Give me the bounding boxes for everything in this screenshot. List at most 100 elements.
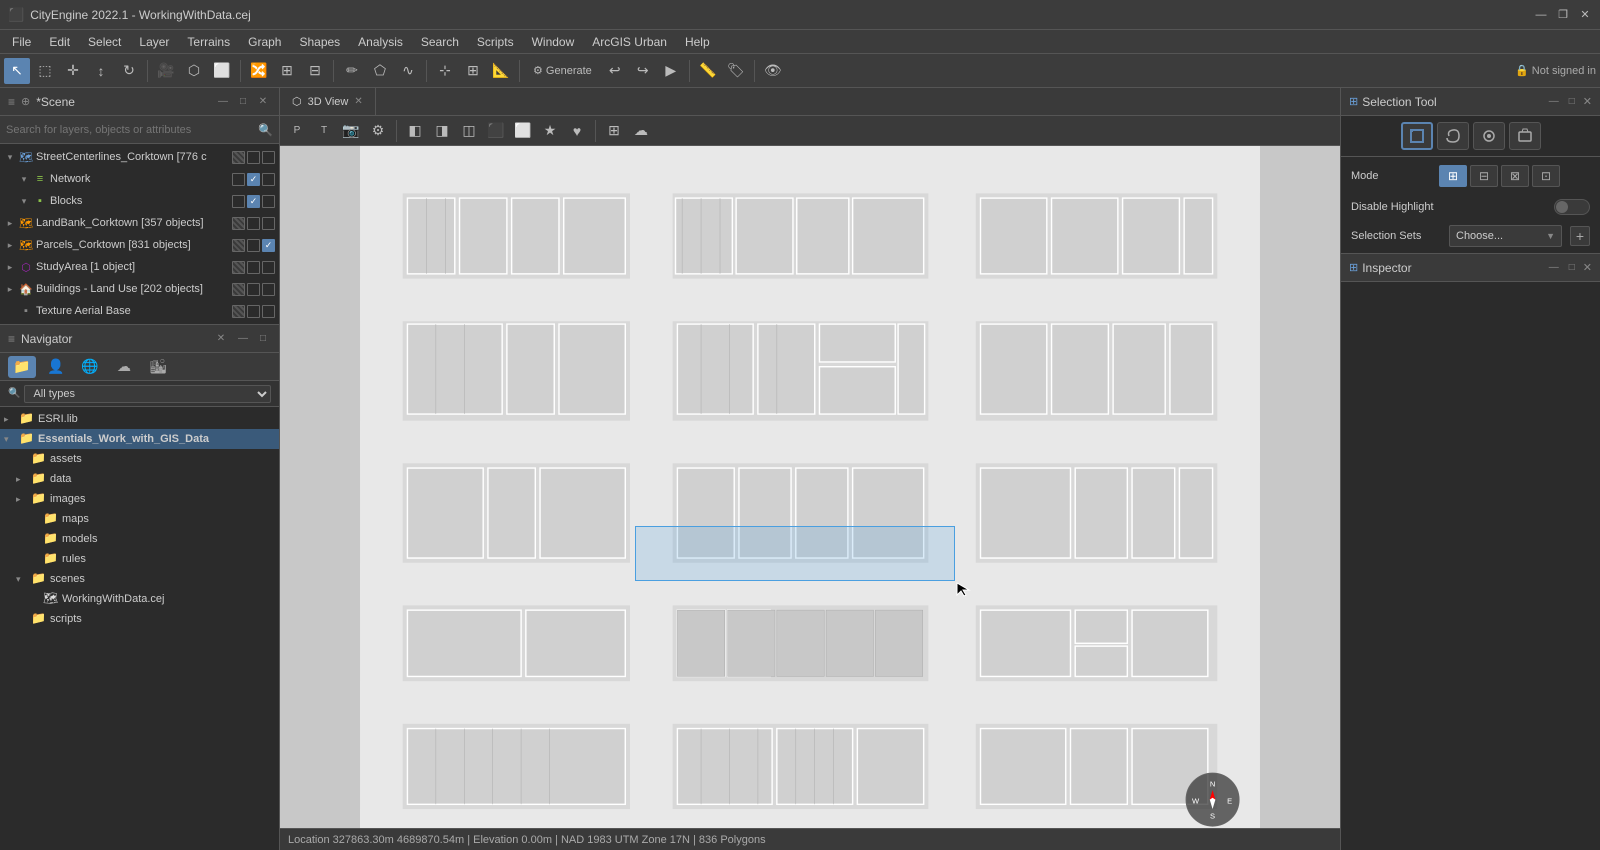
nav-type-filter[interactable]: All types xyxy=(24,385,271,403)
viewport[interactable]: N S E W xyxy=(280,146,1340,828)
undo-gen-btn[interactable]: ↩ xyxy=(602,58,628,84)
play-btn[interactable]: ▶ xyxy=(658,58,684,84)
minimize-btn[interactable]: — xyxy=(1534,8,1548,22)
navigator-close-btn[interactable]: ✕ xyxy=(213,331,229,347)
layer-expand-icon[interactable]: ▸ xyxy=(4,240,16,251)
move-btn[interactable]: ↕ xyxy=(88,58,114,84)
layer-checkbox[interactable]: ✓ xyxy=(262,239,275,252)
view-settings-btn[interactable]: ⚙ xyxy=(365,118,391,144)
layer-checkbox[interactable] xyxy=(247,261,260,274)
nav-tree-item[interactable]: 📁rules xyxy=(0,549,279,569)
layer-expand-icon[interactable]: ▸ xyxy=(4,218,16,229)
nav-folder-btn[interactable]: 📁 xyxy=(8,356,36,378)
layer-checkbox[interactable]: ✓ xyxy=(247,173,260,186)
layer-checkbox[interactable] xyxy=(247,239,260,252)
menu-item-shapes[interactable]: Shapes xyxy=(291,33,348,51)
view-render1-btn[interactable]: ◧ xyxy=(402,118,428,144)
redo-gen-btn[interactable]: ↪ xyxy=(630,58,656,84)
selection-sets-dropdown[interactable]: Choose... ▼ xyxy=(1449,225,1562,247)
maximize-btn[interactable]: ❐ xyxy=(1556,8,1570,22)
menu-item-edit[interactable]: Edit xyxy=(41,33,78,51)
sel-mode-camera-btn[interactable] xyxy=(1509,122,1541,150)
sel-mode-paint-btn[interactable] xyxy=(1473,122,1505,150)
view-perspective-btn[interactable]: P xyxy=(284,118,310,144)
nav-city-btn[interactable]: 🏙 xyxy=(144,356,172,378)
layer-checkbox[interactable] xyxy=(262,151,275,164)
view-render3-btn[interactable]: ◫ xyxy=(456,118,482,144)
layer-vis-btn[interactable]: 👁 xyxy=(760,58,786,84)
view-top-btn[interactable]: T xyxy=(311,118,337,144)
layer-checkbox[interactable] xyxy=(232,217,245,230)
layer-checkbox[interactable] xyxy=(232,151,245,164)
mode-btn-touch[interactable]: ⊟ xyxy=(1470,165,1498,187)
layer-checkbox[interactable] xyxy=(247,151,260,164)
layer-expand-icon[interactable]: ▸ xyxy=(4,284,16,295)
sets-add-btn[interactable]: + xyxy=(1570,226,1590,246)
view-tab-close[interactable]: ✕ xyxy=(354,96,362,107)
layer-item[interactable]: ▾🗺StreetCenterlines_Corktown [776 c xyxy=(0,146,279,168)
layer-expand-icon[interactable]: ▸ xyxy=(4,262,16,273)
layer-expand-icon[interactable]: ▾ xyxy=(18,196,30,207)
nav-network-btn[interactable]: 🌐 xyxy=(76,356,104,378)
layer-checkbox[interactable] xyxy=(232,283,245,296)
shape-btn[interactable]: ⬠ xyxy=(367,58,393,84)
draw-btn[interactable]: ✏ xyxy=(339,58,365,84)
layer-checkbox[interactable] xyxy=(232,261,245,274)
nav-tree-item[interactable]: 📁scripts xyxy=(0,609,279,629)
layer-checkbox[interactable] xyxy=(232,239,245,252)
layer-checkbox[interactable]: ✓ xyxy=(247,195,260,208)
layer-checkbox[interactable] xyxy=(247,217,260,230)
scene-minimize-btn[interactable]: — xyxy=(215,94,231,110)
nav-tree-item[interactable]: ▸📁images xyxy=(0,489,279,509)
sel-tool-close[interactable]: ✕ xyxy=(1583,95,1592,109)
layer-checkbox[interactable] xyxy=(262,283,275,296)
pan-btn[interactable]: ✛ xyxy=(60,58,86,84)
nav-tree-item[interactable]: 📁assets xyxy=(0,449,279,469)
mode-btn-outside[interactable]: ⊡ xyxy=(1532,165,1560,187)
nav-cloud-btn[interactable]: ☁ xyxy=(110,356,138,378)
layer-checkbox[interactable] xyxy=(262,173,275,186)
nav-tree-item[interactable]: ▸📁ESRI.lib xyxy=(0,409,279,429)
select-tool-btn[interactable]: ↖ xyxy=(4,58,30,84)
snap-btn[interactable]: ⊹ xyxy=(432,58,458,84)
layer-item[interactable]: ▸⬡StudyArea [1 object] xyxy=(0,256,279,278)
inspector-close[interactable]: ✕ xyxy=(1583,261,1592,275)
menu-item-graph[interactable]: Graph xyxy=(240,33,289,51)
view-render5-btn[interactable]: ⬜ xyxy=(510,118,536,144)
generate-btn[interactable]: ⚙ Generate xyxy=(525,58,600,84)
mode-btn-inside[interactable]: ⊠ xyxy=(1501,165,1529,187)
view-render7-btn[interactable]: ♥ xyxy=(564,118,590,144)
layer-checkbox[interactable] xyxy=(262,217,275,230)
nav-tree-item[interactable]: 🗺WorkingWithData.cej xyxy=(0,589,279,609)
view-render6-btn[interactable]: ★ xyxy=(537,118,563,144)
scene-search-input[interactable] xyxy=(6,124,258,136)
sel-tool-minimize[interactable]: — xyxy=(1547,95,1561,109)
scene-close-btn[interactable]: ✕ xyxy=(255,94,271,110)
marquee-btn[interactable]: ⬚ xyxy=(32,58,58,84)
nav-tree-item[interactable]: ▾📁Essentials_Work_with_GIS_Data xyxy=(0,429,279,449)
menu-item-analysis[interactable]: Analysis xyxy=(350,33,411,51)
layer-item[interactable]: ▾≡Network✓ xyxy=(0,168,279,190)
layer-checkbox[interactable] xyxy=(247,283,260,296)
align-btn[interactable]: ⊞ xyxy=(460,58,486,84)
nav-user-btn[interactable]: 👤 xyxy=(42,356,70,378)
menu-item-terrains[interactable]: Terrains xyxy=(179,33,238,51)
layer-checkbox[interactable] xyxy=(232,173,245,186)
block-btn[interactable]: ⊞ xyxy=(274,58,300,84)
camera-btn[interactable]: 🎥 xyxy=(153,58,179,84)
rotate-btn[interactable]: ↻ xyxy=(116,58,142,84)
layer-checkbox[interactable] xyxy=(232,195,245,208)
nav-tree-item[interactable]: ▾📁scenes xyxy=(0,569,279,589)
nav-tree-item[interactable]: ▸📁data xyxy=(0,469,279,489)
inspector-minimize[interactable]: — xyxy=(1547,261,1561,275)
layer-checkbox[interactable] xyxy=(262,305,275,318)
menu-item-help[interactable]: Help xyxy=(677,33,718,51)
layer-expand-icon[interactable]: ▾ xyxy=(4,152,16,163)
layer-checkbox[interactable] xyxy=(247,305,260,318)
layer-checkbox[interactable] xyxy=(232,305,245,318)
menu-item-layer[interactable]: Layer xyxy=(131,33,177,51)
tag-btn[interactable]: 🏷 xyxy=(723,58,749,84)
scene-maximize-btn[interactable]: □ xyxy=(235,94,251,110)
layer-item[interactable]: ▸🗺Parcels_Corktown [831 objects]✓ xyxy=(0,234,279,256)
nav-maximize-btn[interactable]: □ xyxy=(255,331,271,347)
